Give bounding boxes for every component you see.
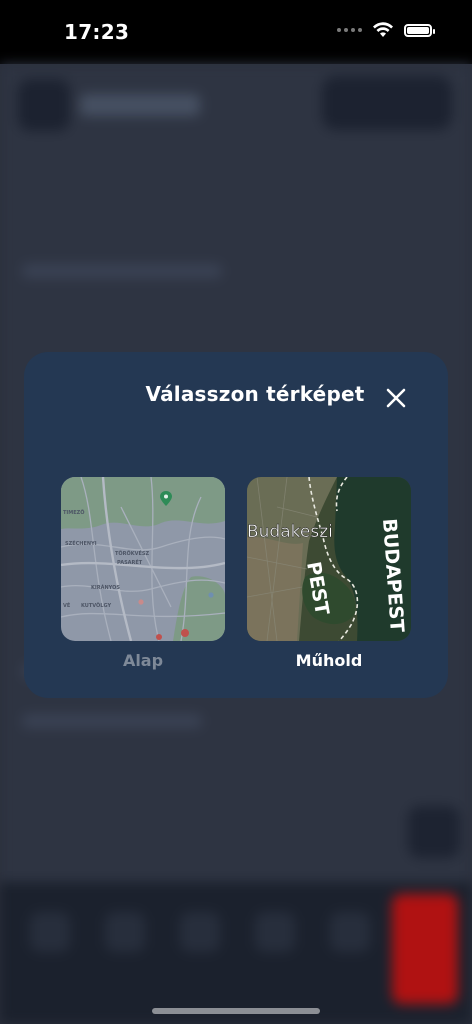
status-bar: 17:23	[0, 0, 472, 64]
app-logo	[18, 79, 70, 131]
map-label: Budakeszi	[247, 522, 333, 542]
app-logo-text	[80, 94, 200, 116]
map-label: TÖRÖKVÉSZ	[115, 549, 150, 557]
background-fab	[408, 806, 460, 858]
background-row	[22, 714, 202, 728]
map-options: TIMEZŐ SZÉCHENYI TÖRÖKVÉSZ PASARÉT KIRÁN…	[61, 477, 413, 677]
satellite-map-thumbnail: Budakeszi PEST BUDAPEST	[247, 477, 411, 641]
map-label: KIRÁNYOS	[91, 584, 120, 591]
map-option-label: Alap	[122, 651, 164, 670]
status-icons	[337, 22, 435, 38]
map-option-base[interactable]: TIMEZŐ SZÉCHENYI TÖRÖKVÉSZ PASARÉT KIRÁN…	[61, 477, 225, 670]
map-pin-icon	[156, 634, 162, 640]
map-label: TIMEZŐ	[63, 509, 85, 516]
map-option-satellite[interactable]: Budakeszi PEST BUDAPEST Műhold	[247, 477, 411, 670]
map-label: VÉ	[63, 601, 71, 609]
map-label: KUTVÖLGY	[81, 602, 111, 609]
background-row	[22, 264, 222, 278]
map-pin-icon	[208, 592, 214, 598]
battery-icon	[404, 23, 435, 37]
map-pin-icon	[138, 599, 144, 605]
map-label: PASARÉT	[117, 558, 143, 566]
background-red-button	[392, 894, 458, 1004]
map-label: SZÉCHENYI	[65, 539, 97, 547]
header-button	[322, 76, 452, 130]
map-pin-icon	[181, 629, 189, 637]
close-button[interactable]	[380, 382, 412, 414]
base-map-thumbnail: TIMEZŐ SZÉCHENYI TÖRÖKVÉSZ PASARÉT KIRÁN…	[61, 477, 225, 641]
status-time: 17:23	[64, 20, 130, 44]
close-icon	[386, 388, 406, 408]
wifi-icon	[373, 22, 393, 37]
map-type-dialog: Válasszon térképet TIMEZŐ SZÉCHENYI TÖRÖ…	[24, 352, 448, 698]
map-option-label: Műhold	[295, 651, 363, 670]
signal-icon	[337, 28, 362, 32]
home-indicator	[152, 1008, 320, 1014]
